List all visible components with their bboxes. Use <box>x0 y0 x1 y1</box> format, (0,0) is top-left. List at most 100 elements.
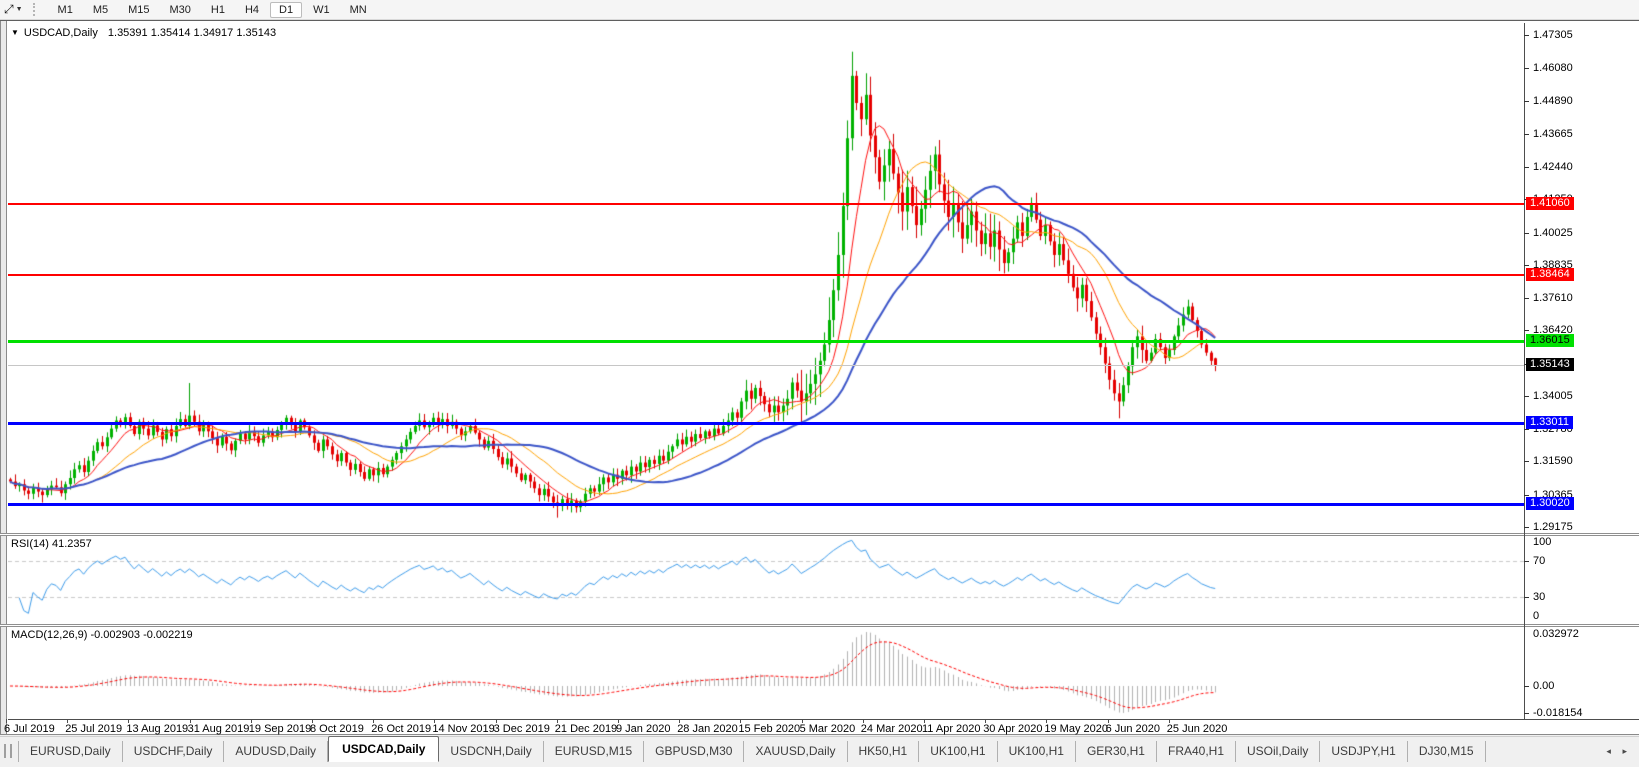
price-tick-label: 1.40025 <box>1533 227 1573 239</box>
chart-tab-fra40-h1[interactable]: FRA40,H1 <box>1157 741 1236 762</box>
chart-tab-ger30-h1[interactable]: GER30,H1 <box>1076 741 1157 762</box>
price-tick-mark <box>1524 134 1529 135</box>
date-label: 5 Mar 2020 <box>800 723 856 735</box>
chart-tab-usdcnh-daily[interactable]: USDCNH,Daily <box>439 741 543 762</box>
macd-tick-label: 0.032972 <box>1533 628 1579 640</box>
date-label: 25 Jun 2020 <box>1167 723 1228 735</box>
chart-tab-usdchf-daily[interactable]: USDCHF,Daily <box>123 741 225 762</box>
timeframe-button-w1[interactable]: W1 <box>304 2 339 18</box>
cursor-tool-icon: ⤢ <box>4 1 14 18</box>
date-label: 21 Dec 2019 <box>555 723 617 735</box>
timeframe-button-m1[interactable]: M1 <box>49 2 82 18</box>
chart-title: ▼ USDCAD,Daily 1.35391 1.35414 1.34917 1.3… <box>11 27 276 39</box>
price-chart-canvas[interactable] <box>8 23 1524 534</box>
price-tick-mark <box>1524 461 1529 462</box>
chart-tab-usoil-daily[interactable]: USOil,Daily <box>1236 741 1320 762</box>
price-tick-label: 1.31590 <box>1533 455 1573 467</box>
chart-tabbar: EURUSD,DailyUSDCHF,DailyAUDUSD,DailyUSDC… <box>0 736 1639 767</box>
macd-tick-label: -0.018154 <box>1533 707 1583 719</box>
price-tick-label: 1.43665 <box>1533 128 1573 140</box>
price-level-label: 1.36015 <box>1526 334 1574 347</box>
date-label: 11 Apr 2020 <box>922 723 981 735</box>
chart-tab-xauusd-daily[interactable]: XAUUSD,Daily <box>744 741 847 762</box>
timeframe-button-h4[interactable]: H4 <box>236 2 268 18</box>
date-label: 13 Aug 2019 <box>126 723 188 735</box>
chart-tab-gbpusd-m30[interactable]: GBPUSD,M30 <box>644 741 744 762</box>
chart-menu-icon[interactable]: ▼ <box>11 28 19 37</box>
chart-tab-uk100-h1[interactable]: UK100,H1 <box>998 741 1076 762</box>
timeframe-button-m15[interactable]: M15 <box>119 2 158 18</box>
date-label: 30 Apr 2020 <box>983 723 1042 735</box>
chart-symbol-period: USDCAD,Daily <box>24 27 98 39</box>
price-tick-mark <box>1524 429 1529 430</box>
date-label: 6 Jun 2020 <box>1106 723 1160 735</box>
chart-tab-usdjpy-h1[interactable]: USDJPY,H1 <box>1320 741 1407 762</box>
rsi-pane-canvas[interactable] <box>8 536 1524 624</box>
date-label: 28 Jan 2020 <box>677 723 738 735</box>
pane-separator-rsi[interactable] <box>0 533 1639 536</box>
chart-tab-uk100-h1[interactable]: UK100,H1 <box>919 741 997 762</box>
price-tick-mark <box>1524 298 1529 299</box>
chart-tabs: EURUSD,DailyUSDCHF,DailyAUDUSD,Daily USDC… <box>18 740 1486 762</box>
chart-tab-eurusd-m15[interactable]: EURUSD,M15 <box>544 741 644 762</box>
timeframe-button-d1[interactable]: D1 <box>270 2 302 18</box>
date-label: 25 Jul 2019 <box>65 723 122 735</box>
dropdown-arrow-icon: ▼ <box>16 6 23 13</box>
timeframe-button-m5[interactable]: M5 <box>84 2 117 18</box>
price-tick-label: 1.29175 <box>1533 521 1573 533</box>
chart-tab-hk50-h1[interactable]: HK50,H1 <box>848 741 920 762</box>
timeframe-button-h1[interactable]: H1 <box>202 2 234 18</box>
price-tick-mark <box>1524 265 1529 266</box>
price-tick-mark <box>1524 68 1529 69</box>
timeframe-toolbar: M1M5M15M30H1H4D1W1MN <box>48 0 377 19</box>
current-price-line <box>8 365 1524 366</box>
timeframe-button-m30[interactable]: M30 <box>161 2 200 18</box>
price-level-line[interactable] <box>8 422 1524 425</box>
price-tick-mark <box>1524 233 1529 234</box>
price-level-line[interactable] <box>8 340 1524 343</box>
price-tick-mark <box>1524 527 1529 528</box>
tab-scroll-left-icon[interactable]: ◂ <box>1606 746 1611 756</box>
macd-tick-label: 0.00 <box>1533 680 1554 692</box>
price-tick-mark <box>1524 101 1529 102</box>
price-tick-label: 1.46080 <box>1533 62 1573 74</box>
tab-scroll-arrows: ◂ ▸ <box>1597 746 1627 757</box>
date-label: 31 Aug 2019 <box>188 723 250 735</box>
date-label: 8 Oct 2019 <box>310 723 364 735</box>
date-label: 19 May 2020 <box>1044 723 1108 735</box>
chart-tab-usdcad-daily[interactable]: USDCAD,Daily <box>328 736 439 762</box>
tab-scroll-right-icon[interactable]: ▸ <box>1622 746 1627 756</box>
rsi-tick-mark <box>1524 597 1529 598</box>
date-label: 19 Sep 2019 <box>249 723 311 735</box>
rsi-tick-label: 70 <box>1533 555 1545 567</box>
tabbar-grip <box>4 744 12 758</box>
chart-tab-dj30-m15[interactable]: DJ30,M15 <box>1408 741 1486 762</box>
chart-tab-audusd-daily[interactable]: AUDUSD,Daily <box>224 741 328 762</box>
price-tick-mark <box>1524 330 1529 331</box>
date-label: 6 Jul 2019 <box>4 723 55 735</box>
rsi-tick-label: 0 <box>1533 610 1539 622</box>
date-label: 3 Dec 2019 <box>494 723 550 735</box>
macd-pane-canvas[interactable] <box>8 627 1524 719</box>
timeframe-button-mn[interactable]: MN <box>341 2 376 18</box>
time-axis-line <box>8 719 1639 720</box>
price-level-line[interactable] <box>8 203 1524 205</box>
date-label: 14 Nov 2019 <box>432 723 494 735</box>
rsi-tick-label: 100 <box>1533 536 1551 548</box>
toolbar-grip <box>33 3 40 16</box>
chart-ohlc-values: 1.35391 1.35414 1.34917 1.35143 <box>108 27 276 39</box>
pane-separator-macd[interactable] <box>0 624 1639 627</box>
price-tick-label: 1.42440 <box>1533 161 1573 173</box>
macd-tick-mark <box>1524 686 1529 687</box>
price-tick-mark <box>1524 495 1529 496</box>
rsi-tick-mark <box>1524 561 1529 562</box>
price-level-line[interactable] <box>8 274 1524 276</box>
chart-tab-eurusd-daily[interactable]: EURUSD,Daily <box>18 741 123 762</box>
price-tick-label: 1.44890 <box>1533 95 1573 107</box>
price-level-line[interactable] <box>8 503 1524 506</box>
left-splitter[interactable] <box>0 21 7 734</box>
chart-window: ▼ USDCAD,Daily 1.35391 1.35414 1.34917 1.3… <box>0 20 1639 735</box>
price-tick-mark <box>1524 396 1529 397</box>
cursor-tool-button[interactable]: ⤢ ▼ <box>0 1 27 18</box>
price-tick-mark <box>1524 167 1529 168</box>
